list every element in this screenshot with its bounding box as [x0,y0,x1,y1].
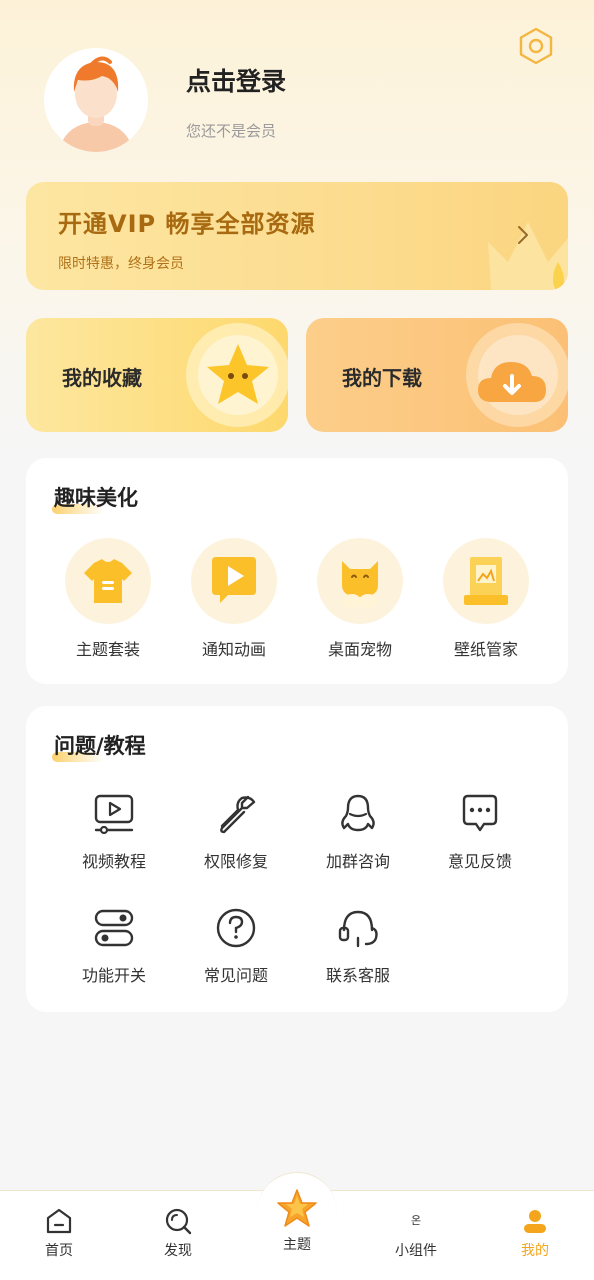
fun-item-label: 主题套装 [75,640,140,659]
help-item-join-group[interactable]: 加群咨询 [303,792,413,872]
settings-hex-icon [519,27,553,65]
star-icon [186,323,288,427]
headset-icon [338,910,378,948]
tab-theme-label: 主题 [283,1237,311,1253]
tab-theme[interactable]: 主题 [257,1186,337,1254]
avatar-illustration [44,48,148,152]
chevron-right-icon [518,226,528,244]
my-favorites-label: 我的收藏 [62,366,142,390]
tab-home-label: 首页 [45,1243,73,1259]
cloud-download-icon [466,323,568,427]
fun-item-desktop-pet[interactable]: 桌面宠物 [305,538,415,660]
tab-mine-label: 我的 [521,1243,549,1259]
vip-banner[interactable]: 开通VIP 畅享全部资源 限时特惠，终身会员 [26,182,568,290]
tab-discover[interactable]: 发现 [138,1206,218,1260]
tab-widget[interactable]: 온 小组件 [376,1206,456,1260]
tshirt-icon [84,559,132,603]
my-favorites-card[interactable]: 我的收藏 [26,318,288,432]
tab-discover-label: 发现 [164,1243,192,1259]
fun-beautify-panel: 趣味美化 主题套装 通知动画 桌面宠物 壁纸管家 [26,458,568,684]
wrench-icon [220,795,256,834]
vip-banner-title: 开通VIP 畅享全部资源 [58,210,316,238]
profile-icon [524,1210,546,1233]
fun-item-wallpaper[interactable]: 壁纸管家 [431,538,541,660]
help-item-label: 加群咨询 [325,852,390,871]
fun-item-label: 桌面宠物 [327,640,392,659]
my-downloads-card[interactable]: 我的下载 [306,318,568,432]
question-circle-icon [216,908,256,948]
help-section-title: 问题/教程 [54,734,146,758]
play-message-icon [212,557,256,603]
wallpaper-icon [464,557,508,605]
help-item-permission-fix[interactable]: 权限修复 [181,792,291,872]
widget-icon: 온 [410,1214,422,1227]
video-tutorial-icon [94,794,134,835]
member-status-text: 您还不是会员 [186,122,277,140]
fun-item-notify-animation[interactable]: 通知动画 [179,538,289,660]
tab-mine[interactable]: 我的 [495,1206,575,1260]
help-item-feedback[interactable]: 意见反馈 [425,792,535,872]
fun-item-theme-suit[interactable]: 主题套装 [53,538,163,660]
help-item-feature-toggle[interactable]: 功能开关 [59,906,169,986]
chat-bubble-icon [462,794,498,832]
help-item-label: 联系客服 [325,966,390,985]
tab-home[interactable]: 首页 [19,1206,99,1260]
fun-section-title: 趣味美化 [54,486,138,510]
star-theme-icon [277,1189,317,1227]
vip-banner-subtitle: 限时特惠，终身会员 [58,256,184,272]
my-downloads-label: 我的下载 [342,366,422,390]
cat-pet-icon [342,561,378,608]
qq-penguin-icon [341,794,375,832]
help-item-label: 常见问题 [203,966,268,985]
help-item-label: 意见反馈 [447,852,512,871]
help-item-faq[interactable]: 常见问题 [181,906,291,986]
fun-item-label: 壁纸管家 [453,640,518,659]
help-item-label: 视频教程 [81,852,146,871]
login-title[interactable]: 点击登录 [186,62,286,98]
help-item-label: 权限修复 [203,852,268,871]
tab-widget-label: 小组件 [395,1243,437,1259]
toggle-switches-icon [94,909,134,947]
discover-icon [165,1208,192,1235]
help-item-contact-support[interactable]: 联系客服 [303,906,413,986]
avatar[interactable] [44,48,148,152]
settings-button[interactable] [516,26,556,66]
help-item-video-tutorial[interactable]: 视频教程 [59,792,169,872]
help-item-label: 功能开关 [81,966,146,985]
help-tutorial-panel: 问题/教程 视频教程 权限修复 加群咨询 意见反馈 功能开关 常见问题 联系客服 [26,706,568,1012]
home-icon [46,1208,72,1234]
fun-item-label: 通知动画 [201,640,266,659]
